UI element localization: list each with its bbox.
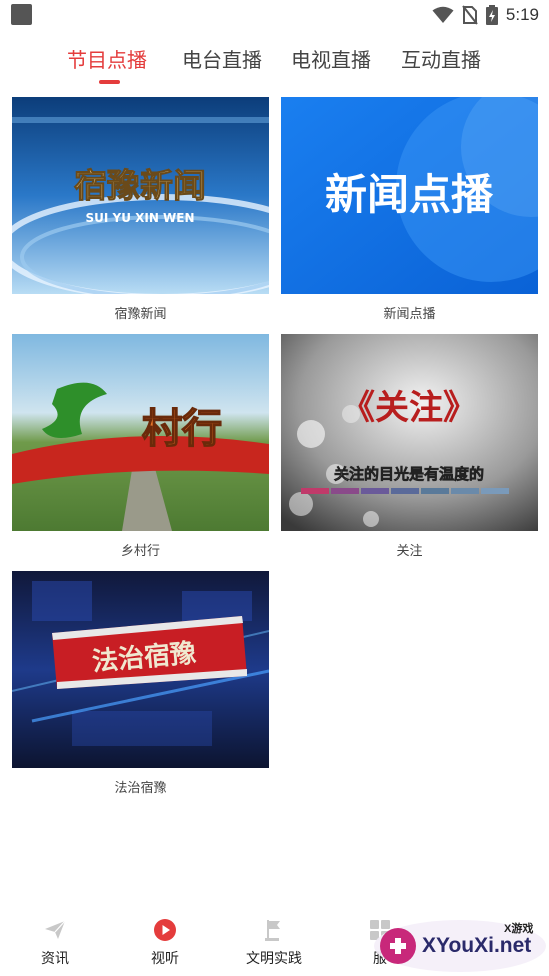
thumb-title: 宿豫新闻 bbox=[74, 166, 206, 205]
thumb-subtitle: SUI YU XIN WEN bbox=[85, 211, 194, 225]
thumb-title: 村行 bbox=[142, 406, 222, 452]
nav-label: 资讯 bbox=[41, 950, 69, 966]
nav-label: 文明实践 bbox=[246, 950, 302, 966]
program-label: 法治宿豫 bbox=[114, 780, 167, 795]
thumb-subtitle: 关注的目光是有温度的 bbox=[334, 465, 484, 483]
nav-item-news[interactable]: 资讯 bbox=[15, 918, 95, 968]
program-thumbnail[interactable]: 宿豫新闻 SUI YU XIN WEN bbox=[12, 97, 269, 294]
status-time: 5:19 bbox=[505, 5, 539, 24]
wifi-icon bbox=[432, 6, 454, 23]
nav-item-civilization-practice[interactable]: 文明实践 bbox=[234, 918, 314, 968]
thumb-title: 新闻点播 bbox=[325, 170, 494, 219]
program-card-rural-tour[interactable]: 村行 乡村行 bbox=[12, 334, 269, 558]
program-thumbnail[interactable]: 新闻点播 bbox=[281, 97, 538, 294]
flag-icon bbox=[265, 920, 280, 941]
program-thumbnail[interactable]: 《关注》 关注的目光是有温度的 bbox=[281, 334, 538, 531]
program-thumbnail[interactable]: 村行 bbox=[12, 334, 269, 531]
tab-tv-live[interactable]: 电视直播 bbox=[291, 44, 371, 73]
program-label: 关注 bbox=[396, 543, 423, 558]
tab-interactive-live[interactable]: 互动直播 bbox=[401, 44, 481, 73]
program-label: 乡村行 bbox=[120, 543, 160, 558]
battery-charging-icon bbox=[485, 5, 498, 25]
program-card-suyu-news[interactable]: 宿豫新闻 SUI YU XIN WEN 宿豫新闻 bbox=[12, 97, 269, 321]
thumb-title: 《关注》 bbox=[341, 388, 477, 428]
tab-radio-live[interactable]: 电台直播 bbox=[182, 44, 262, 73]
program-thumbnail[interactable]: 法治宿豫 bbox=[12, 571, 269, 768]
nav-item-media[interactable]: 视听 bbox=[125, 918, 205, 968]
tab-on-demand[interactable]: 节目点播 bbox=[67, 44, 147, 73]
status-bar: 5:19 bbox=[0, 0, 549, 30]
program-label: 新闻点播 bbox=[383, 306, 436, 321]
program-card-news-vod[interactable]: 新闻点播 新闻点播 bbox=[281, 97, 538, 321]
program-card-law-suyu[interactable]: 法治宿豫 法治宿豫 bbox=[12, 571, 269, 795]
app-notification-icon bbox=[11, 4, 32, 25]
no-sim-icon bbox=[462, 5, 478, 25]
paper-plane-icon bbox=[45, 920, 66, 939]
play-circle-icon bbox=[154, 919, 176, 941]
watermark-text: XYouXi.net bbox=[422, 934, 532, 957]
active-tab-indicator bbox=[99, 80, 120, 84]
status-icons: 5:19 bbox=[432, 4, 539, 26]
program-card-focus[interactable]: 《关注》 关注的目光是有温度的 关注 bbox=[281, 334, 538, 558]
site-watermark: X游戏 XYouXi.net bbox=[372, 912, 549, 976]
program-tabs: 节目点播 电台直播 电视直播 互动直播 bbox=[0, 36, 549, 86]
nav-label: 视听 bbox=[151, 950, 179, 966]
program-label: 宿豫新闻 bbox=[114, 306, 167, 321]
